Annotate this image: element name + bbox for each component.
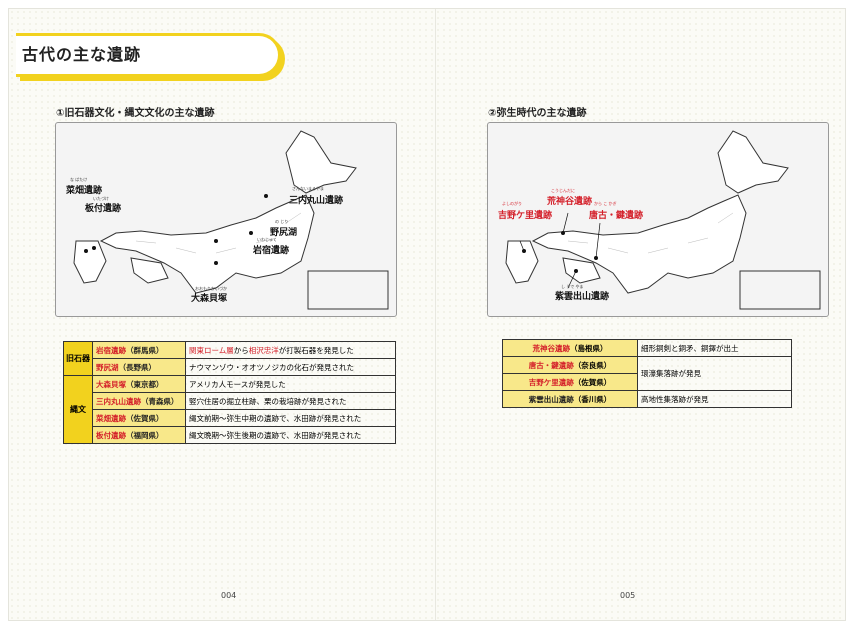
site-pref: （長野県） [118, 362, 157, 372]
era-cell-jomon: 縄文 [63, 375, 93, 444]
yoshinogari-ruby: よしのがり [502, 201, 522, 206]
site-cell: 岩宿遺跡（群馬県） [92, 341, 186, 359]
site-name: 岩宿遺跡 [96, 345, 126, 355]
desc-cell: 縄文晩期〜弥生後期の遺跡で、水田跡が発見された [185, 426, 396, 444]
sannai-label: 三内丸山遺跡 [289, 196, 344, 206]
site-cell: 菜畑遺跡（佐賀県） [92, 409, 186, 427]
site-pref: （島根県） [570, 343, 608, 353]
site-cell: 大森貝塚（東京都） [92, 375, 186, 393]
omori-label: 大森貝塚 [191, 294, 228, 304]
karako-label: 唐古・鍵遺跡 [589, 211, 644, 221]
yoshinogari-label: 吉野ケ里遺跡 [498, 211, 553, 221]
karako-ruby: から こ かぎ [594, 201, 617, 206]
itazuke-label: 板付遺跡 [85, 204, 122, 214]
table-row: 野尻湖（長野県） ナウマンゾウ・オオツノジカの化石が発見された [64, 358, 396, 376]
site-pref: （佐賀県） [126, 413, 164, 423]
era-cell-paleolithic: 旧石器 [63, 341, 93, 376]
site-cell: 野尻湖（長野県） [92, 358, 186, 376]
desc-cell: 環濠集落跡が発見 [637, 356, 792, 391]
site-pref: （群馬県） [126, 345, 164, 355]
site-cell: 荒神谷遺跡（島根県） [502, 339, 638, 357]
desc-cell: 細形銅剣と銅矛、銅鐸が出土 [637, 339, 792, 357]
site-name: 三内丸山遺跡 [96, 396, 141, 406]
site-pref: （奈良県） [573, 360, 612, 370]
site-cell: 三内丸山遺跡（青森県） [92, 392, 186, 410]
site-cell: 板付遺跡（福岡県） [92, 426, 186, 444]
site-name: 大森貝塚 [96, 379, 126, 389]
desc-cell: ナウマンゾウ・オオツノジカの化石が発見された [185, 358, 396, 376]
site-name: 唐古・鍵遺跡 [528, 360, 574, 370]
site-name: 紫雲出山遺跡 [528, 394, 574, 404]
site-name: 板付遺跡 [96, 430, 126, 440]
page-title: 古代の主な遺跡 [22, 45, 142, 64]
desc-highlight: 相沢忠洋 [248, 345, 279, 355]
page-number-right: 005 [620, 591, 636, 600]
desc-cell: 竪穴住居の掘立柱跡、栗の栽培跡が発見された [185, 392, 396, 410]
hatahata-label: 菜畑遺跡 [66, 186, 103, 196]
table-row: 旧石器 岩宿遺跡（群馬県） 関東ローム層から相沢忠洋が打製石器を発見した [63, 341, 396, 376]
desc-cell: 縄文前期〜弥生中期の遺跡で、水田跡が発見された [185, 409, 396, 427]
site-name: 菜畑遺跡 [96, 413, 126, 423]
site-name: 荒神谷遺跡 [532, 343, 571, 353]
desc-cell: アメリカ人モースが発見した [185, 375, 396, 393]
iwajuku-label: 岩宿遺跡 [253, 246, 290, 256]
site-pref: （福岡県） [126, 430, 164, 440]
left-section-title: ①旧石器文化・縄文文化の主な遺跡 [56, 108, 215, 119]
site-name: 野尻湖 [96, 362, 119, 372]
kojindani-label: 荒神谷遺跡 [547, 197, 593, 207]
table-row: 三内丸山遺跡（青森県） 竪穴住居の掘立柱跡、栗の栽培跡が発見された [64, 392, 396, 410]
site-pref: （佐賀県） [573, 377, 612, 387]
site-cell: 唐古・鍵遺跡（奈良県） [502, 356, 638, 374]
site-pref: （香川県） [573, 394, 612, 404]
desc-cell: 高地性集落跡が発見 [637, 390, 792, 408]
desc-highlight: 関東ローム層 [189, 345, 234, 355]
shiude-label: 紫雲出山遺跡 [555, 292, 610, 302]
site-cell: 紫雲出山遺跡（香川県） [502, 390, 638, 408]
desc-text: が打製石器を発見した [278, 345, 354, 355]
site-name: 吉野ケ里遺跡 [528, 377, 574, 387]
desc-cell: 関東ローム層から相沢忠洋が打製石器を発見した [185, 341, 396, 359]
table-row: 紫雲出山遺跡（香川県） 高地性集落跡が発見 [502, 390, 792, 408]
table-row: 板付遺跡（福岡県） 縄文晩期〜弥生後期の遺跡で、水田跡が発見された [64, 426, 396, 444]
page-gutter [435, 9, 436, 620]
table-row: 菜畑遺跡（佐賀県） 縄文前期〜弥生中期の遺跡で、水田跡が発見された [64, 409, 396, 427]
page-number-left: 004 [221, 591, 237, 600]
site-cell: 吉野ケ里遺跡（佐賀県） [502, 373, 638, 391]
site-pref: （東京都） [126, 379, 164, 389]
table-row: 縄文 大森貝塚（東京都） アメリカ人モースが発見した [63, 375, 396, 444]
right-section-title: ②弥生時代の主な遺跡 [488, 108, 587, 119]
desc-text: から [233, 345, 249, 355]
left-sites-table: 旧石器 岩宿遺跡（群馬県） 関東ローム層から相沢忠洋が打製石器を発見した 野尻湖… [63, 341, 396, 444]
sannai-ruby: さんないまるやま [292, 186, 324, 191]
right-sites-table: 荒神谷遺跡（島根県） 細形銅剣と銅矛、銅鐸が出土 唐古・鍵遺跡（奈良県） 環濠集… [502, 339, 792, 408]
site-pref: （青森県） [141, 396, 179, 406]
table-row: 唐古・鍵遺跡（奈良県） 環濠集落跡が発見 [502, 356, 792, 391]
table-row: 荒神谷遺跡（島根県） 細形銅剣と銅矛、銅鐸が出土 [502, 339, 792, 357]
